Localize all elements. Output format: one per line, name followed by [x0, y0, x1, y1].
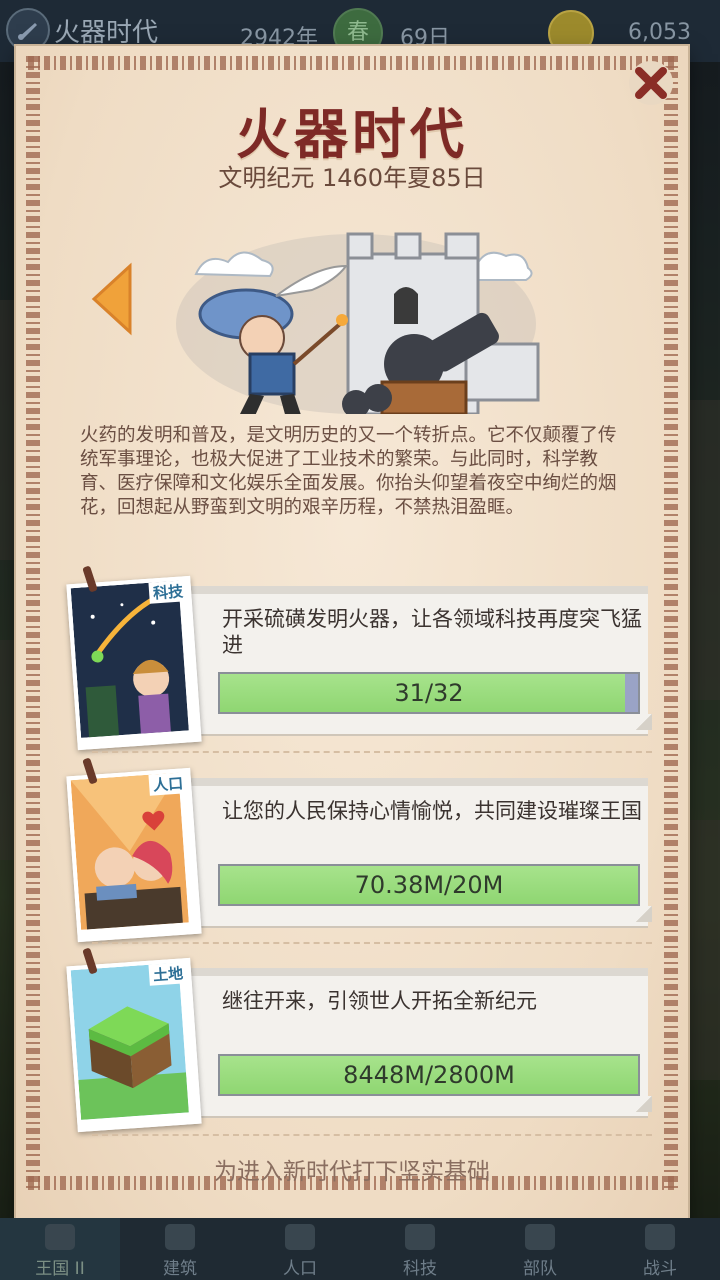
divider — [92, 1134, 652, 1136]
paper-fold — [636, 906, 652, 922]
land-card-image: 土地 — [66, 957, 202, 1133]
army-icon — [525, 1224, 555, 1250]
task-description: 继往开来，引领世人开拓全新纪元 — [222, 989, 537, 1013]
tech-icon — [405, 1224, 435, 1250]
progress-label: 31/32 — [394, 679, 464, 707]
card-tag: 科技 — [148, 580, 188, 604]
task-tech: 科技 开采硫磺发明火器，让各领域科技再度突飞猛进 31/32 — [66, 565, 656, 751]
task-progress-bar: 8448M/2800M — [218, 1054, 640, 1096]
task-description: 开采硫磺发明火器，让各领域科技再度突飞猛进 — [222, 607, 642, 657]
progress-label: 70.38M/20M — [354, 871, 504, 899]
nav-tab-battle[interactable]: 战斗 — [600, 1218, 720, 1280]
task-land: 土地 继往开来，引领世人开拓全新纪元 8448M/2800M — [66, 947, 656, 1133]
nav-tab-population[interactable]: 人口 — [240, 1218, 360, 1280]
paper-fold — [636, 714, 652, 730]
ornament-border-top — [28, 56, 676, 70]
ornament-border-left — [26, 56, 40, 1190]
era-dialog: 火器时代 文明纪元 1460年夏85日 火药的发明和普及，是文明历史的又一个转折… — [16, 46, 688, 1224]
battle-icon — [645, 1224, 675, 1250]
nav-tab-kingdom[interactable]: 王国 II — [0, 1218, 120, 1280]
card-tag: 人口 — [148, 772, 188, 796]
tech-card-image: 科技 — [66, 575, 202, 751]
task-progress-bar: 70.38M/20M — [218, 864, 640, 906]
task-population: 人口 让您的人民保持心情愉悦，共同建设璀璨王国 70.38M/20M — [66, 757, 656, 943]
era-description: 火药的发明和普及，是文明历史的又一个转折点。它不仅颠覆了传统军事理论，也极大促进… — [80, 425, 617, 518]
nav-tab-tech[interactable]: 科技 — [360, 1218, 480, 1280]
paper-fold — [636, 1096, 652, 1112]
progress-label: 8448M/2800M — [343, 1061, 515, 1089]
population-icon — [285, 1224, 315, 1250]
nav-tab-buildings[interactable]: 建筑 — [120, 1218, 240, 1280]
bottom-nav: 王国 II 建筑 人口 科技 部队 战斗 — [0, 1218, 720, 1280]
era-illustration — [176, 232, 540, 414]
era-footer-text: 为进入新时代打下坚实基础 — [214, 1159, 490, 1185]
ornament-border-right — [664, 56, 678, 1190]
divider — [92, 942, 652, 944]
kingdom-icon — [45, 1224, 75, 1250]
era-name: 火器时代 — [54, 18, 159, 48]
building-icon — [165, 1224, 195, 1250]
gold-amount: 6,053 — [628, 20, 691, 45]
task-description: 让您的人民保持心情愉悦，共同建设璀璨王国 — [222, 799, 642, 823]
card-tag: 土地 — [148, 962, 188, 986]
era-date: 文明纪元 1460年夏85日 — [218, 164, 486, 192]
nav-tab-army[interactable]: 部队 — [480, 1218, 600, 1280]
divider — [92, 751, 652, 753]
previous-era-arrow-icon[interactable] — [90, 262, 134, 336]
population-card-image: 人口 — [66, 767, 202, 943]
task-progress-bar: 31/32 — [218, 672, 640, 714]
